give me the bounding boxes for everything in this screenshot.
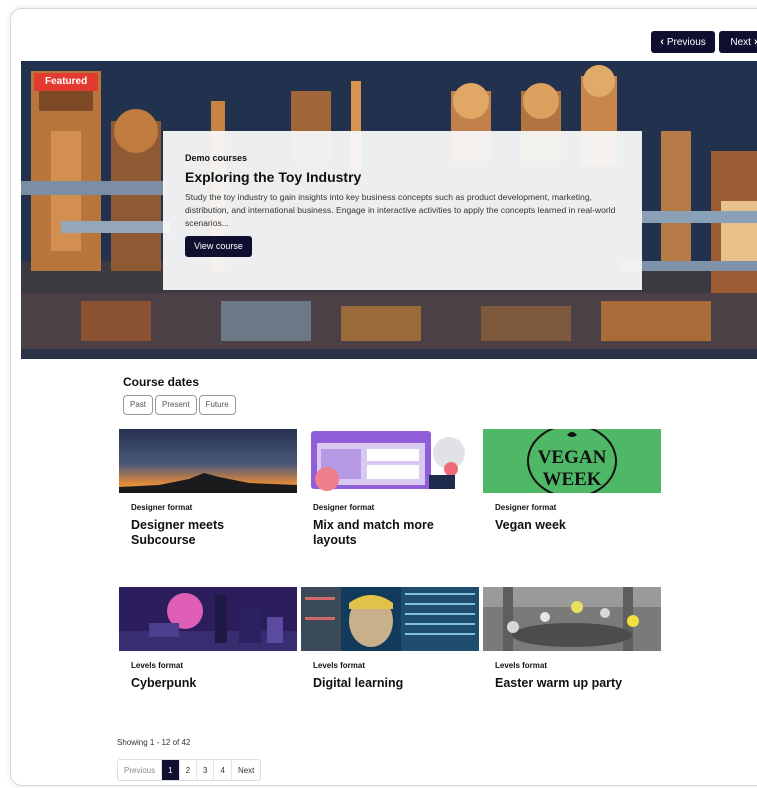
- previous-button[interactable]: ‹ Previous: [651, 31, 715, 53]
- course-title: Designer meets Subcourse: [131, 518, 225, 547]
- course-image-digital: [301, 587, 479, 651]
- course-title: Easter warm up party: [495, 676, 623, 690]
- filter-present[interactable]: Present: [155, 395, 197, 415]
- course-card[interactable]: Levels format Easter warm up party: [483, 587, 661, 691]
- course-title: Cyberpunk: [131, 676, 197, 690]
- featured-hero: Featured Demo courses Exploring the Toy …: [21, 61, 757, 359]
- course-category: Designer format: [131, 503, 193, 512]
- course-title: Mix and match more layouts: [313, 518, 434, 547]
- course-card[interactable]: VEGAN WEEK Designer format Vegan week: [483, 429, 661, 533]
- course-image-cyberpunk: [119, 587, 297, 651]
- next-label: Next: [730, 36, 751, 48]
- hero-description: Study the toy industry to gain insights …: [185, 192, 616, 228]
- course-title: Digital learning: [313, 676, 404, 690]
- course-card[interactable]: Designer format Designer meets Subcourse: [119, 429, 297, 548]
- pagination-page-3[interactable]: 3: [197, 760, 215, 780]
- course-card[interactable]: Levels format Digital learning: [301, 587, 479, 691]
- pagination-next[interactable]: Next: [231, 760, 261, 780]
- course-category: Levels format: [131, 661, 184, 670]
- pagination-page-2[interactable]: 2: [179, 760, 198, 780]
- course-image-easter: [483, 587, 661, 651]
- hero-category: Demo courses: [185, 153, 248, 163]
- filter-future[interactable]: Future: [198, 395, 236, 415]
- course-category: Designer format: [313, 503, 375, 512]
- previous-label: Previous: [666, 36, 706, 48]
- view-course-button[interactable]: View course: [185, 236, 252, 257]
- pagination-page-4[interactable]: 4: [214, 760, 232, 780]
- hero-title: Exploring the Toy Industry: [185, 169, 362, 185]
- results-count: Showing 1 - 12 of 42: [117, 738, 191, 747]
- course-card[interactable]: Levels format Cyberpunk: [119, 587, 297, 691]
- chevron-left-icon: ‹: [660, 35, 664, 48]
- featured-badge: Featured: [34, 73, 99, 91]
- course-title: Vegan week: [495, 518, 566, 532]
- course-category: Levels format: [313, 661, 366, 670]
- featured-course-card: Demo courses Exploring the Toy Industry …: [163, 131, 642, 290]
- course-image-vegan: VEGAN WEEK: [483, 429, 661, 493]
- week-image-text: WEEK: [542, 469, 601, 490]
- next-button[interactable]: Next ›: [719, 31, 757, 53]
- pagination-page-1[interactable]: 1: [162, 760, 180, 780]
- course-dates-heading: Course dates: [123, 375, 200, 389]
- pagination-previous[interactable]: Previous: [118, 760, 163, 780]
- course-category: Designer format: [495, 503, 557, 512]
- vegan-image-text: VEGAN: [538, 447, 607, 468]
- course-card[interactable]: Designer format Mix and match more layou…: [301, 429, 479, 548]
- filter-past[interactable]: Past: [123, 395, 154, 415]
- course-category: Levels format: [495, 661, 548, 670]
- date-filters: Past Present Future: [123, 395, 236, 415]
- course-image-sunset: [119, 429, 297, 493]
- page-frame: ‹ Previous Next ›: [10, 8, 757, 786]
- pagination: Previous 1 2 3 4 Next: [117, 759, 262, 781]
- course-image-layouts: [301, 429, 479, 493]
